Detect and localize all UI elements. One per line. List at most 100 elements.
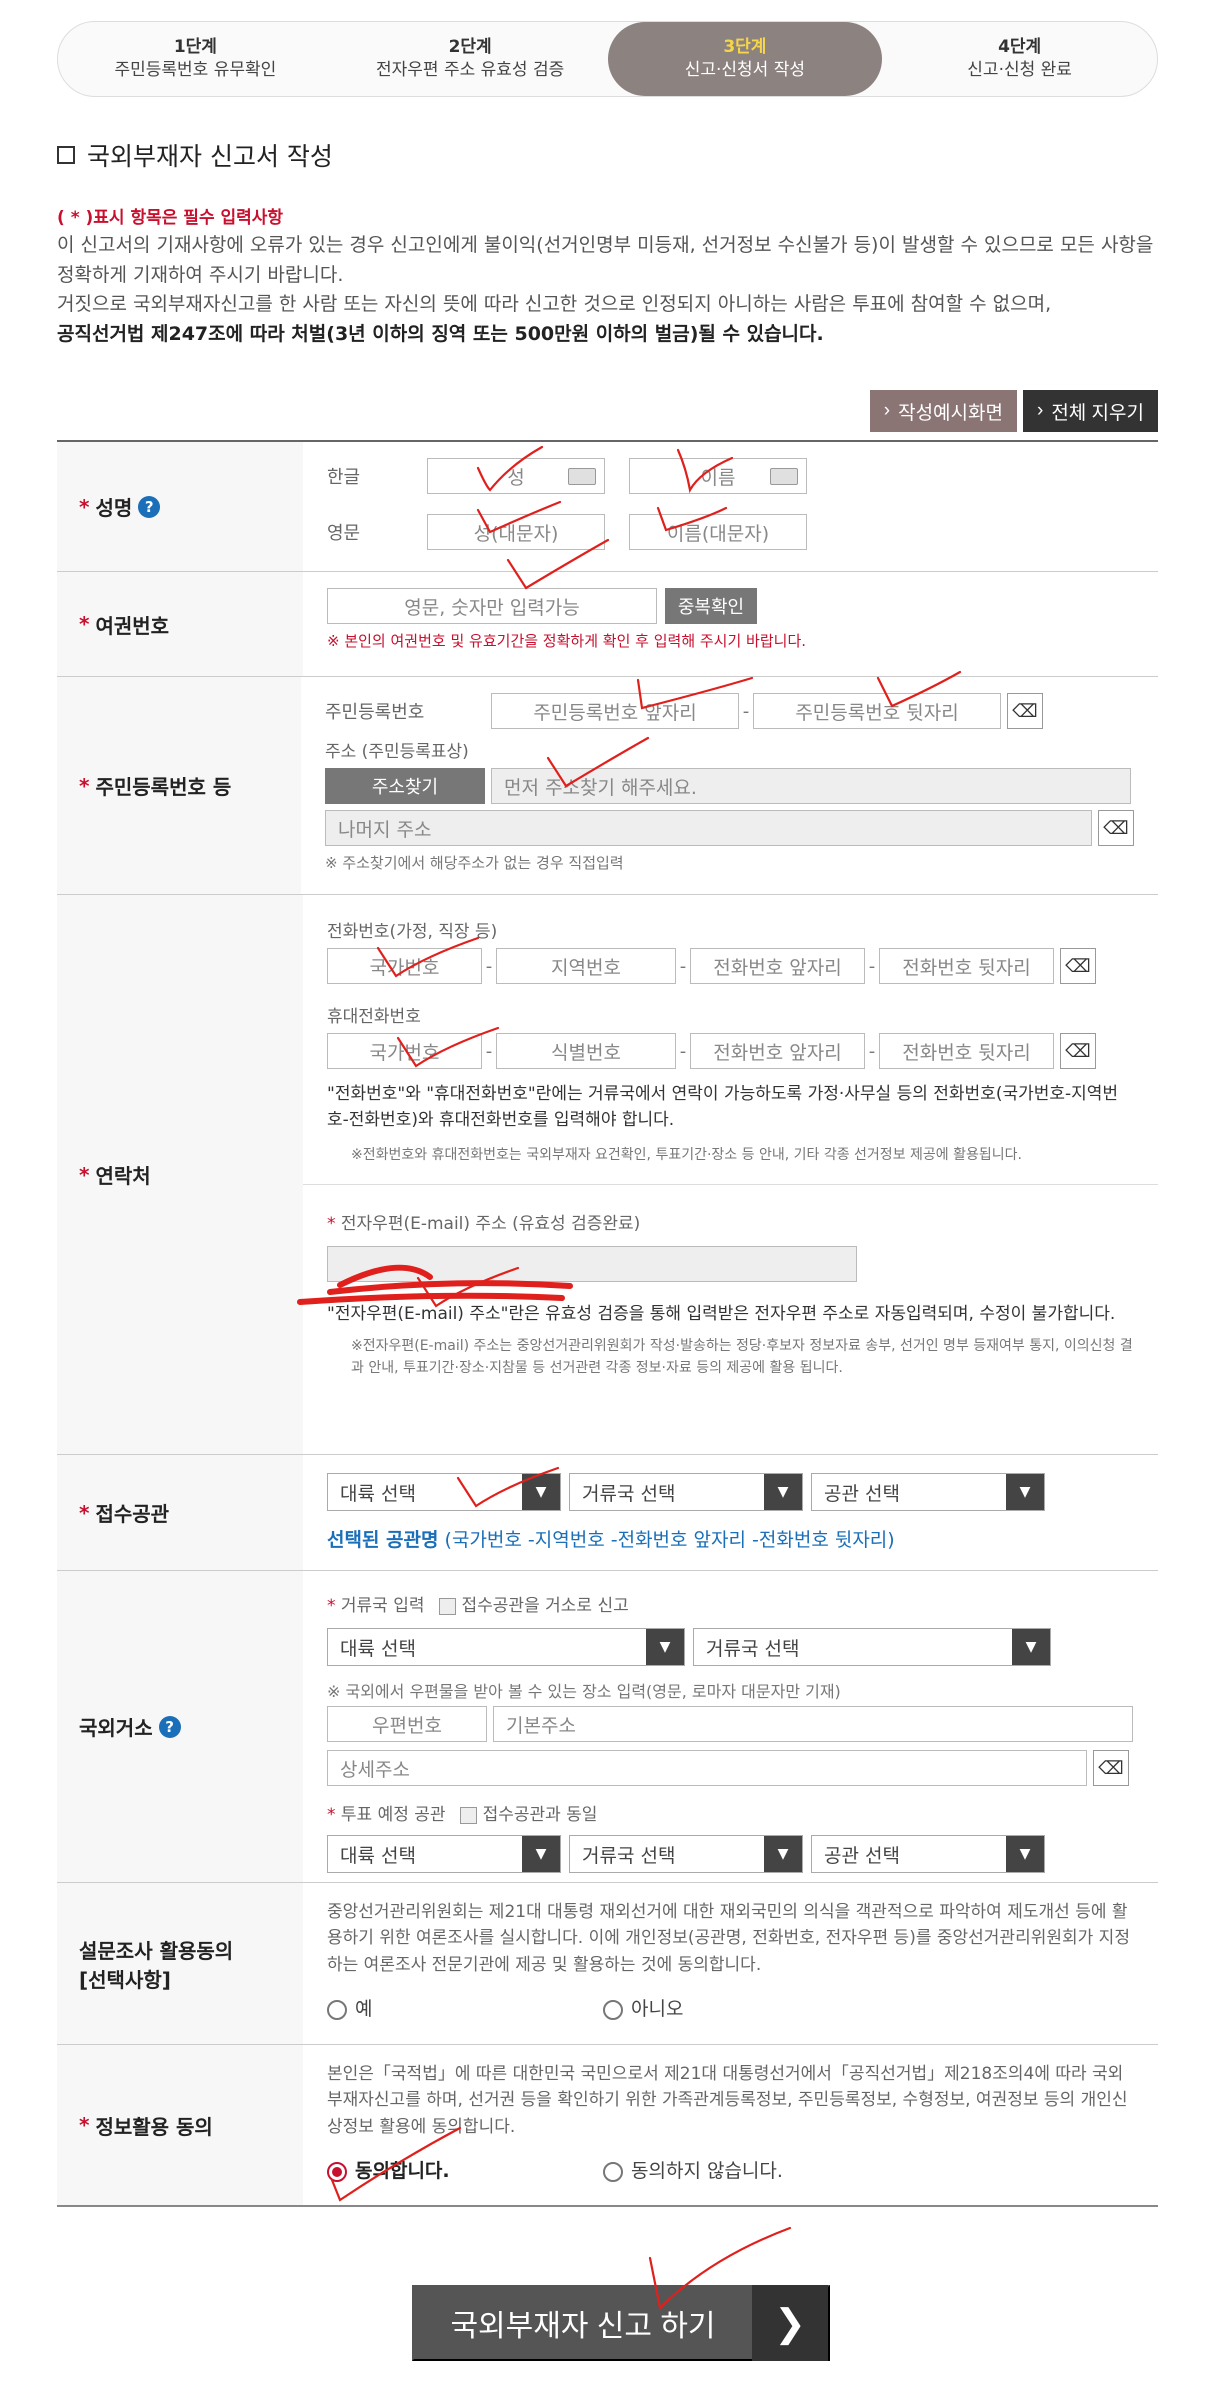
overseas-country-select[interactable]: 거류국 선택 ▼ [693,1628,1051,1666]
placeholder: 지역번호 [551,956,621,979]
rrn-front-input[interactable]: 주민등록번호 앞자리 [491,693,739,729]
office-label: * 접수공관 [57,1455,303,1570]
email-note: ※전자우편(E-mail) 주소는 중앙선거관리위원회가 작성·발송하는 정당·… [351,1338,1133,1377]
phone-back-input[interactable]: 전화번호 뒷자리 [879,948,1054,984]
eraser-icon[interactable]: ⌫ [1060,948,1096,984]
radio-icon[interactable] [327,1999,347,2020]
contact-cell: 전화번호(가정, 직장 등) 국가번호 - 지역번호 - 전화번호 앞자리 - 전화번… [303,895,1158,1454]
consent-disagree-option[interactable]: 동의하지 않습니다. [603,2156,783,2183]
placeholder: 국가번호 [369,956,440,979]
duplicate-check-button[interactable]: 중복확인 [665,588,757,624]
mobile-front-input[interactable]: 전화번호 앞자리 [690,1033,865,1069]
as-office-checkbox[interactable] [438,1597,456,1615]
survey-description: 중앙선거관리위원회는 제21대 대통령 재외선거에 대한 재외국민의 의식을 객… [327,1902,1130,1975]
mobile-country-input[interactable]: 국가번호 [327,1033,482,1069]
vote-mission-select[interactable]: 공관 선택 ▼ [811,1835,1045,1873]
placeholder: 국가번호 [369,1041,440,1064]
radio-icon[interactable] [603,1999,623,2020]
mobile-title: 휴대전화번호 [327,1007,421,1027]
eraser-icon[interactable]: ⌫ [1060,1033,1096,1069]
help-icon[interactable]: ? [158,1715,181,1738]
chevron-right-icon: › [883,400,891,421]
rrn-label: 주민등록번호 [325,702,425,723]
vote-continent-select[interactable]: 대륙 선택 ▼ [327,1835,561,1873]
email-section: * 전자우편(E-mail) 주소 (유효성 검증완료) "전자우편(E-mai… [303,1183,1158,1380]
notice: ( * )표시 항목은 필수 입력사항 이 신고서의 기재사항에 오류가 있는 … [57,205,1158,349]
given-name-input[interactable]: 이름 [629,458,807,494]
vote-country-select[interactable]: 거류국 선택 ▼ [569,1835,803,1873]
page-title: 국외부재자 신고서 작성 [57,137,333,173]
overseas-continent-select[interactable]: 대륙 선택 ▼ [327,1628,685,1666]
base-address-input[interactable]: 기본주소 [493,1706,1133,1742]
rrn-back-input[interactable]: 주민등록번호 뒷자리 [753,693,1001,729]
radio-checked-icon[interactable] [327,2161,347,2182]
report-form: * 성명? 한글 성 이름 영문 성(대문자) 이름(대문자) * 여권번호 영문,… [57,440,1158,2207]
name-label: * 성명? [57,442,303,571]
phone-description: "전화번호"와 "휴대전화번호"란에는 거류국에서 연락이 가능하도록 가정·사… [327,1084,1119,1131]
detail-address-input[interactable]: 상세주소 [327,1750,1087,1786]
step-label: 주민등록번호 유무확인 [114,60,277,80]
required-star: * [79,612,90,636]
dash: - [679,1040,687,1062]
checkbox-label: 접수공관을 거소로 신고 [461,1596,629,1616]
clear-all-button[interactable]: › 전체 지우기 [1022,390,1158,432]
label-text: 여권번호 [95,613,170,638]
dash: - [742,700,750,722]
phone-front-input[interactable]: 전화번호 앞자리 [690,948,865,984]
mobile-back-input[interactable]: 전화번호 뒷자리 [879,1033,1054,1069]
row-contact: * 연락처 전화번호(가정, 직장 등) 국가번호 - 지역번호 - 전화번호 앞자리… [57,895,1158,1455]
office-mission-select[interactable]: 공관 선택 ▼ [811,1473,1045,1511]
passport-input[interactable]: 영문, 숫자만 입력가능 [327,588,657,624]
survey-cell: 중앙선거관리위원회는 제21대 대통령 재외선거에 대한 재외국민의 의식을 객… [303,1883,1158,2044]
placeholder: 먼저 주소찾기 해주세요. [504,776,697,799]
passport-label: * 여권번호 [57,572,303,676]
placeholder: 이름 [700,466,736,489]
survey-no-option[interactable]: 아니오 [603,1994,683,2021]
rest-address-input[interactable]: 나머지 주소 [325,810,1092,846]
phone-country-input[interactable]: 국가번호 [327,948,482,984]
eraser-icon[interactable]: ⌫ [1093,1750,1129,1786]
radio-icon[interactable] [603,2161,623,2182]
checkbox-label: 접수공관과 동일 [482,1805,598,1825]
surname-input[interactable]: 성 [427,458,605,494]
email-title: 전자우편(E-mail) 주소 (유효성 검증완료) [340,1213,641,1234]
phone-area-input[interactable]: 지역번호 [496,948,676,984]
step-4: 4단계 신고·신청 완료 [882,22,1157,96]
step-1: 1단계 주민등록번호 유무확인 [58,22,333,96]
required-star: * [327,1805,341,1825]
page-title-text: 국외부재자 신고서 작성 [87,142,333,171]
select-value: 공관 선택 [824,1844,900,1867]
keyboard-icon[interactable] [770,468,798,485]
clear-all-label: 전체 지우기 [1051,402,1144,424]
office-continent-select[interactable]: 대륙 선택 ▼ [327,1473,561,1511]
consent-agree-option[interactable]: 동의합니다. [327,2156,603,2183]
address-input[interactable]: 먼저 주소찾기 해주세요. [491,768,1131,804]
placeholder: 영문, 숫자만 입력가능 [404,596,580,619]
survey-yes-option[interactable]: 예 [327,1994,603,2021]
label-text: 설문조사 활용동의 [79,1938,234,1963]
dash: - [485,1040,493,1062]
resident-cell: 주민등록번호 주민등록번호 앞자리 - 주민등록번호 뒷자리 ⌫ 주소 (주민등… [301,677,1158,894]
address-note: ※ 주소찾기에서 해당주소가 없는 경우 직접입력 [325,854,624,872]
mobile-id-input[interactable]: 식별번호 [496,1033,676,1069]
chevron-down-icon: ▼ [764,1836,802,1872]
find-address-button[interactable]: 주소찾기 [325,768,485,804]
same-office-checkbox[interactable] [459,1806,477,1824]
surname-en-input[interactable]: 성(대문자) [427,514,605,550]
example-button[interactable]: › 작성예시화면 [869,390,1017,432]
label-optional: [선택사항] [79,1967,171,1992]
row-passport: * 여권번호 영문, 숫자만 입력가능 중복확인 ※ 본인의 여권번호 및 유효기… [57,572,1158,677]
given-name-en-input[interactable]: 이름(대문자) [629,514,807,550]
eraser-icon[interactable]: ⌫ [1098,810,1134,846]
eraser-icon[interactable]: ⌫ [1007,693,1043,729]
help-icon[interactable]: ? [138,495,161,518]
english-label: 영문 [327,523,361,544]
consent-description: 본인은「국적법」에 따른 대한민국 국민으로서 제21대 대통령선거에서「공직선… [327,2064,1128,2137]
select-value: 거류국 선택 [582,1844,676,1867]
keyboard-icon[interactable] [568,468,596,485]
placeholder: 식별번호 [551,1041,621,1064]
zip-input[interactable]: 우편번호 [327,1706,487,1742]
step-label: 신고·신청 완료 [967,60,1072,80]
submit-report-button[interactable]: 국외부재자 신고 하기 ❯ [412,2285,830,2361]
office-country-select[interactable]: 거류국 선택 ▼ [569,1473,803,1511]
